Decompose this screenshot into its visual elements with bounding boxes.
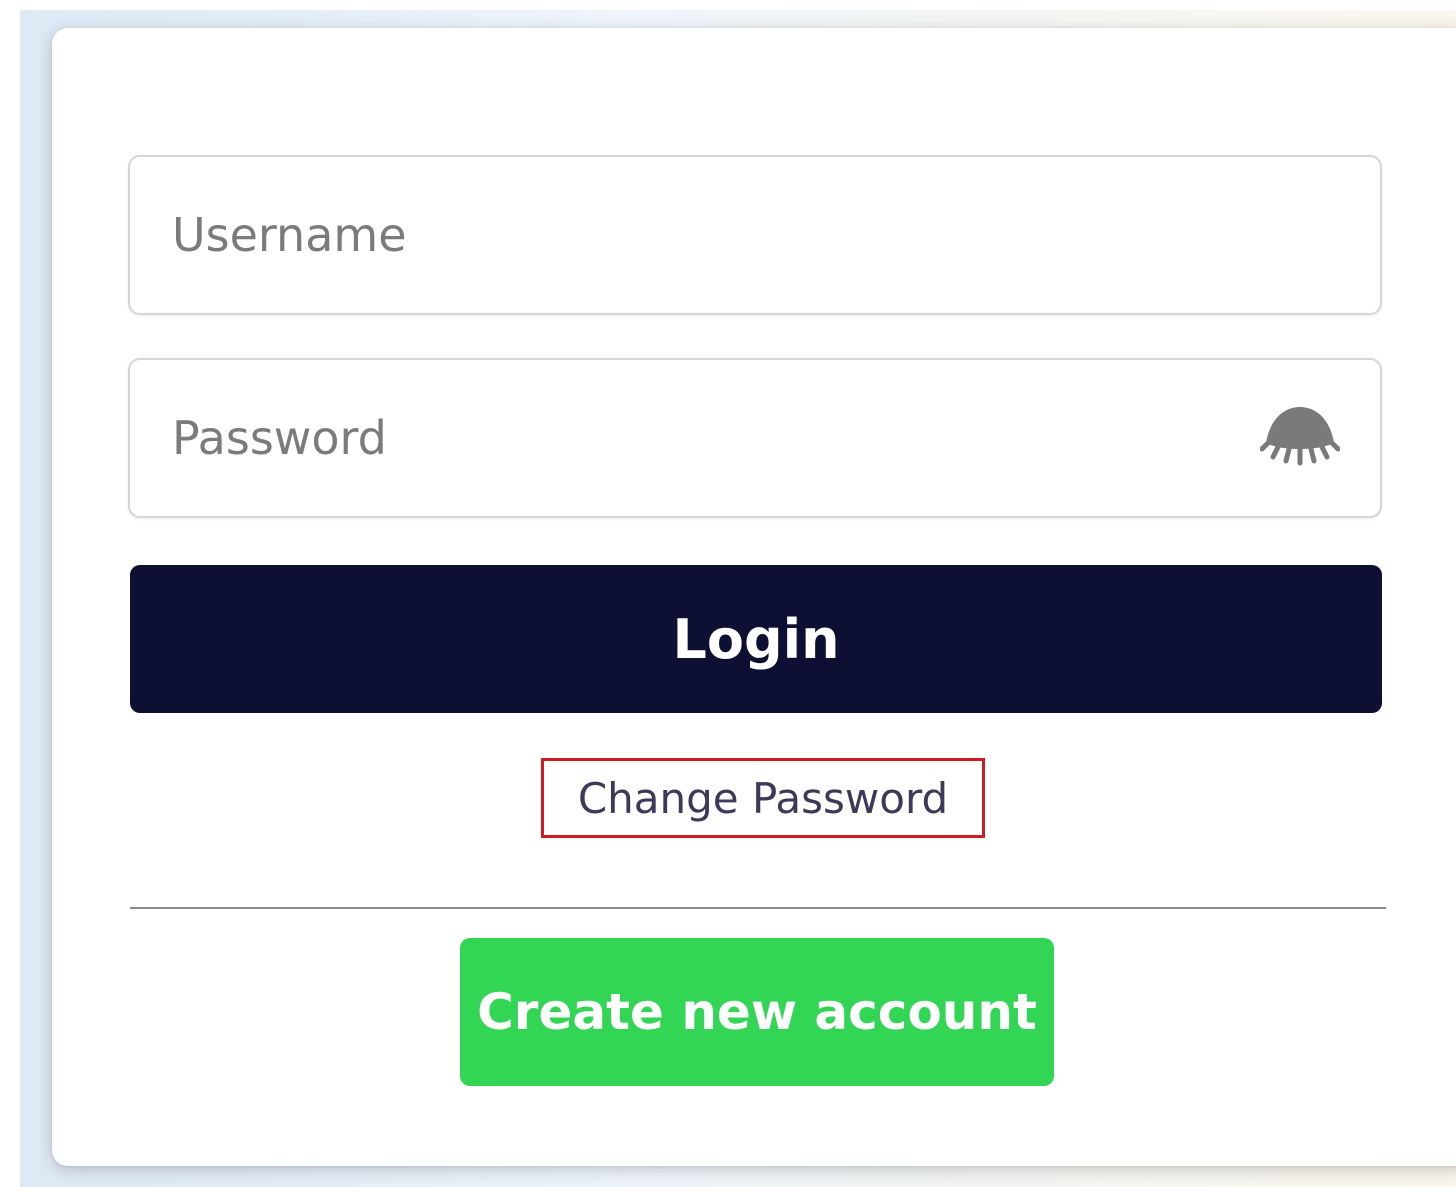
create-new-account-button[interactable]: Create new account [460, 938, 1054, 1086]
username-field-wrapper[interactable] [128, 155, 1382, 315]
change-password-link[interactable]: Change Password [541, 758, 985, 838]
username-input[interactable] [172, 157, 1252, 313]
divider [130, 907, 1386, 909]
password-input[interactable] [172, 360, 1252, 516]
eye-hidden-icon[interactable] [1258, 400, 1342, 470]
login-button[interactable]: Login [130, 565, 1382, 713]
password-field-wrapper[interactable] [128, 358, 1382, 518]
